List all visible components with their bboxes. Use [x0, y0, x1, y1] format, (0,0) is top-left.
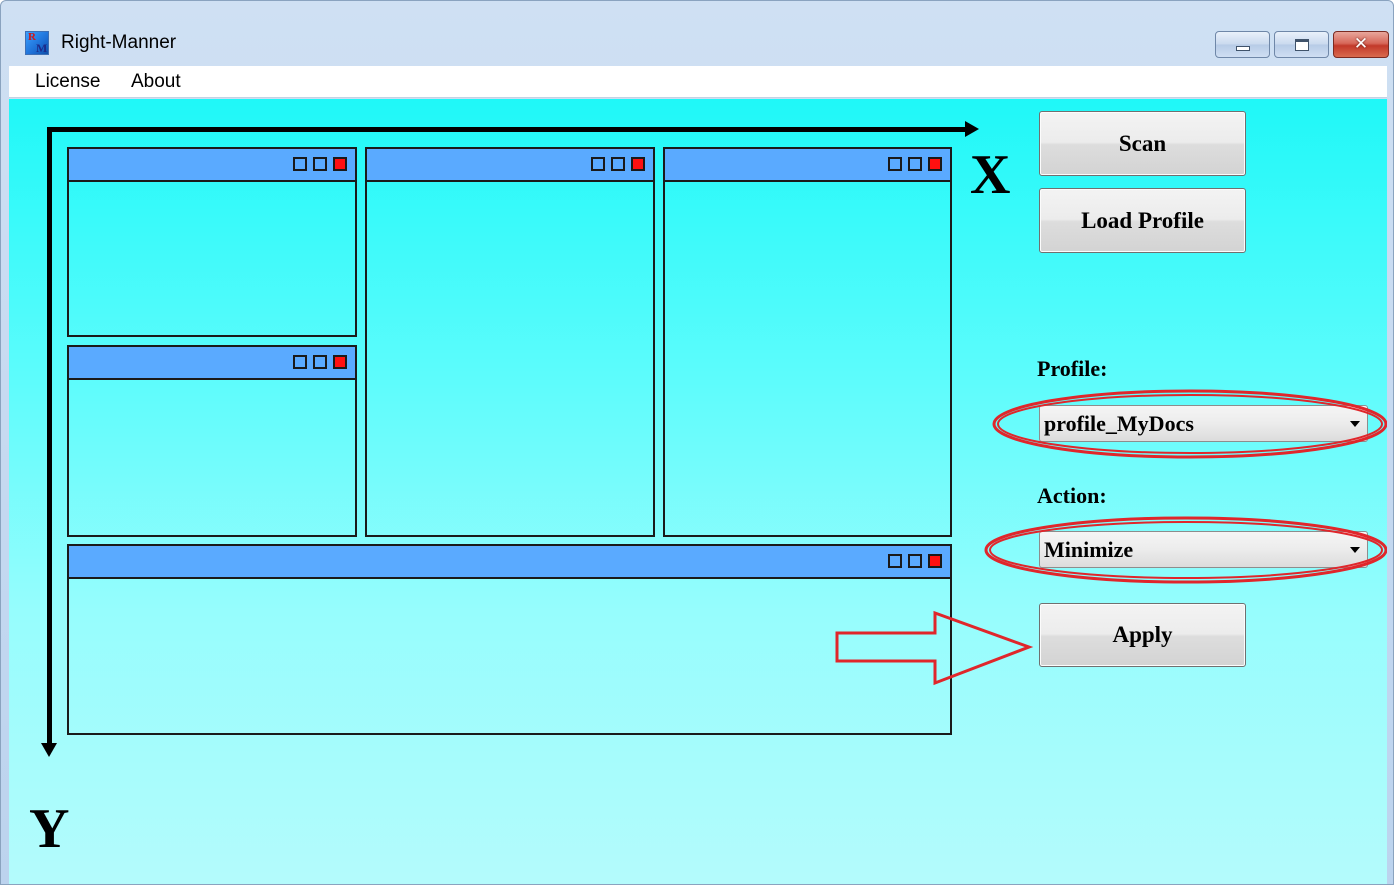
mini-minimize-icon: [591, 157, 605, 171]
menu-bar: License About: [9, 66, 1387, 98]
layout-window-titlebar: [69, 149, 355, 182]
menu-license[interactable]: License: [35, 71, 101, 93]
mini-close-icon: [333, 157, 347, 171]
layout-window-titlebar: [665, 149, 950, 182]
mini-minimize-icon: [888, 157, 902, 171]
mini-minimize-icon: [293, 157, 307, 171]
y-axis-label: Y: [29, 798, 70, 860]
mini-close-icon: [928, 157, 942, 171]
title-bar[interactable]: R M Right-Manner ✕: [1, 1, 1393, 63]
mini-maximize-icon: [313, 355, 327, 369]
mini-maximize-icon: [908, 554, 922, 568]
mini-minimize-icon: [293, 355, 307, 369]
layout-window-middle-left: [67, 345, 357, 537]
window-title: Right-Manner: [61, 32, 177, 53]
layout-window-titlebar: [69, 546, 950, 579]
minimize-button[interactable]: [1215, 31, 1270, 58]
x-axis-line: [47, 127, 967, 132]
action-highlight-ellipse: [984, 516, 1387, 584]
action-label: Action:: [1037, 483, 1107, 508]
maximize-button[interactable]: [1274, 31, 1329, 58]
client-area: X Y Scan Load Profile Profile: profile_M…: [9, 99, 1387, 884]
layout-window-titlebar: [367, 149, 653, 182]
load-profile-button[interactable]: Load Profile: [1039, 188, 1246, 253]
menu-about[interactable]: About: [131, 71, 181, 93]
app-window: R M Right-Manner ✕ License About X Y Sca…: [0, 0, 1394, 885]
app-icon: R M: [25, 31, 49, 55]
y-axis-line: [47, 127, 52, 743]
layout-window-top-left: [67, 147, 357, 337]
profile-label: Profile:: [1037, 356, 1108, 381]
mini-close-icon: [333, 355, 347, 369]
x-axis-label: X: [970, 144, 1011, 206]
mini-maximize-icon: [313, 157, 327, 171]
apply-button[interactable]: Apply: [1039, 603, 1246, 667]
app-icon-letter-m: M: [36, 41, 48, 55]
mini-close-icon: [928, 554, 942, 568]
profile-highlight-ellipse: [992, 389, 1387, 459]
close-icon: ✕: [1353, 34, 1369, 54]
mini-minimize-icon: [888, 554, 902, 568]
y-axis-arrow-icon: [41, 743, 57, 757]
pointer-arrow-icon: [835, 610, 1034, 686]
mini-close-icon: [631, 157, 645, 171]
mini-maximize-icon: [611, 157, 625, 171]
close-button[interactable]: ✕: [1333, 31, 1389, 58]
scan-button[interactable]: Scan: [1039, 111, 1246, 176]
minimize-icon: [1235, 46, 1250, 51]
layout-window-bottom: [67, 544, 952, 735]
mini-maximize-icon: [908, 157, 922, 171]
app-icon-letter-r: R: [28, 31, 36, 43]
layout-window-right: [663, 147, 952, 537]
layout-window-center: [365, 147, 655, 537]
layout-window-titlebar: [69, 347, 355, 380]
maximize-icon: [1294, 38, 1309, 51]
x-axis-arrow-icon: [965, 121, 979, 137]
